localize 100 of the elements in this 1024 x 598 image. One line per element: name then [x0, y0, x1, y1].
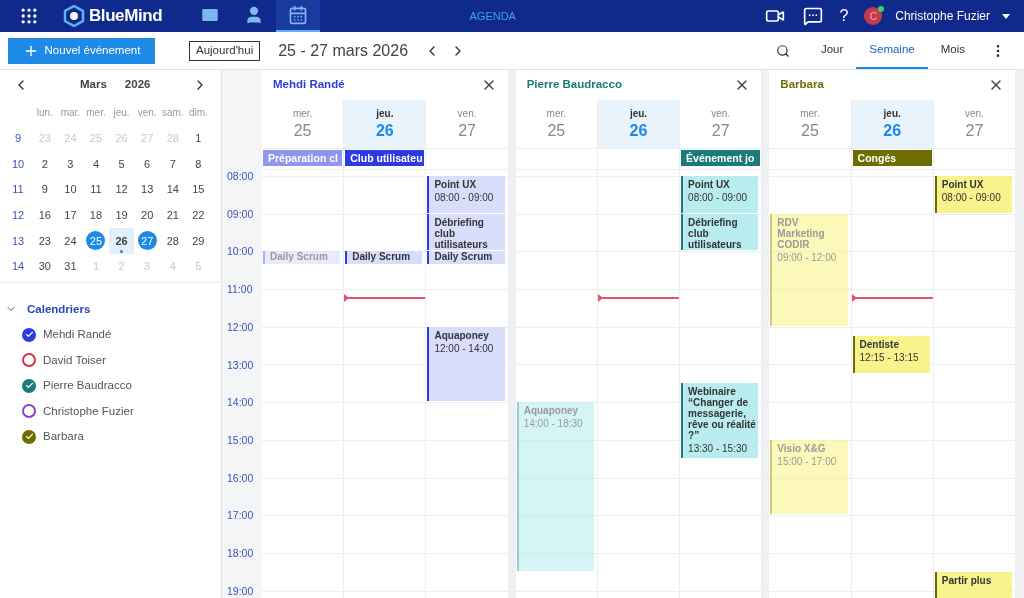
- weekday-label: ven.: [964, 107, 984, 121]
- calendar-event[interactable]: Daily Scrum: [427, 251, 505, 265]
- weekday-label: dim.: [187, 106, 209, 121]
- calendars-heading[interactable]: Calendriers: [27, 300, 91, 318]
- calendar-day[interactable]: 6: [137, 154, 157, 174]
- calendar-event[interactable]: Point UX 08:00 - 09:00: [681, 176, 759, 213]
- calendar-name: Barbara: [43, 429, 84, 445]
- today-button[interactable]: Aujourd'hui: [189, 40, 261, 61]
- event-title: Aquaponey: [434, 329, 490, 341]
- calendar-day[interactable]: 15: [188, 180, 208, 200]
- weekday-label: mer.: [546, 107, 566, 121]
- event-title: Débriefing club utilisateurs: [434, 216, 489, 250]
- user-name[interactable]: Christophe Fuzier: [895, 7, 990, 25]
- calendar-day[interactable]: 3: [60, 154, 80, 174]
- week-number: 13: [10, 233, 26, 249]
- calendar-day[interactable]: 19: [112, 205, 132, 225]
- calendar-day[interactable]: 22: [188, 205, 208, 225]
- calendar-checkbox[interactable]: [22, 429, 36, 444]
- calendar-day[interactable]: 12: [112, 180, 132, 200]
- calendar-name: Christophe Fuzier: [43, 403, 134, 419]
- calendar-day[interactable]: 31: [60, 256, 80, 276]
- week-number: 10: [10, 156, 26, 172]
- event-time: 08:00 - 09:00: [688, 192, 749, 204]
- calendar-day[interactable]: 4: [86, 154, 106, 174]
- day-number: 25: [801, 121, 819, 141]
- week-number: 11: [11, 182, 25, 198]
- calendar-event[interactable]: Point UX 08:00 - 09:00: [427, 176, 505, 213]
- calendar-checkbox[interactable]: [22, 378, 36, 393]
- check-icon: [24, 432, 34, 442]
- calendar-day[interactable]: 7: [163, 154, 183, 174]
- calendar-day[interactable]: 27: [137, 231, 157, 251]
- calendar-day[interactable]: 29: [188, 231, 208, 251]
- weekday-label: ven.: [457, 107, 477, 121]
- weekday-label: lun.: [35, 106, 54, 121]
- calendar-day[interactable]: 16: [35, 205, 55, 225]
- calendar-day[interactable]: 5: [112, 154, 132, 174]
- hour-label: 13:00: [227, 358, 254, 371]
- calendar-day[interactable]: 17: [60, 205, 80, 225]
- calendar-event[interactable]: Aquaponey 12:00 - 14:00: [427, 326, 505, 402]
- calendar-day[interactable]: 13: [137, 180, 157, 200]
- logo-icon: [63, 5, 85, 27]
- week-number: 12: [10, 207, 26, 223]
- month-label: Mars: [80, 77, 107, 93]
- caret-icon[interactable]: [1002, 13, 1010, 19]
- calendar-event[interactable]: Webinaire “Changer de messagerie, rêve ou réalité ?” 13:30 - 15:30: [681, 383, 759, 458]
- all-day-event[interactable]: Congés: [852, 150, 932, 166]
- calendar-event[interactable]: Daily Scrum: [345, 251, 423, 265]
- calendar-event[interactable]: Dentiste 12:15 - 13:15: [852, 336, 930, 373]
- calendar-checkbox[interactable]: [22, 327, 36, 342]
- calendar-event[interactable]: Débriefing club utilisateurs: [427, 213, 505, 251]
- event-title: Webinaire “Changer de messagerie, rêve ou réalité ?”: [688, 386, 757, 442]
- calendar-day[interactable]: 2: [35, 154, 55, 174]
- search-icon[interactable]: [775, 43, 790, 58]
- event-title: RDV Marketing CODIR: [777, 216, 826, 250]
- calendar-day[interactable]: 11: [86, 180, 106, 200]
- day-number: 25: [293, 121, 312, 141]
- calendar-event[interactable]: Partir plus: [934, 571, 1012, 598]
- new-event-button[interactable]: Nouvel événement: [8, 37, 155, 64]
- day-number: 26: [629, 121, 648, 141]
- calendar-event[interactable]: Point UX 08:00 - 09:00: [934, 176, 1012, 213]
- year-label: 2026: [124, 77, 151, 93]
- all-day-event[interactable]: Club utilisateu: [345, 150, 425, 166]
- app-grid-icon[interactable]: [19, 6, 39, 26]
- hour-label: 11:00: [227, 283, 253, 296]
- app-tab[interactable]: [276, 0, 321, 32]
- weekday-label: jeu.: [629, 107, 648, 121]
- calendar-day[interactable]: 20: [137, 205, 157, 225]
- calendar-day[interactable]: 30: [35, 256, 55, 276]
- day-number: 27: [965, 121, 984, 141]
- logo-text: BlueMind: [89, 5, 163, 28]
- hour-label: 19:00: [227, 584, 254, 597]
- weekday-label: mer.: [800, 107, 820, 121]
- event-title: Point UX: [434, 179, 478, 190]
- weekday-label: sam.: [160, 106, 185, 121]
- event-title: Daily Scrum: [352, 251, 412, 263]
- chat-icon[interactable]: [803, 6, 824, 26]
- calendar-day[interactable]: 1: [188, 128, 208, 148]
- view-tab[interactable]: Jour: [807, 32, 857, 69]
- calendar-day[interactable]: 21: [163, 205, 183, 225]
- all-day-event[interactable]: Événement jo: [681, 150, 761, 166]
- day-number: 26: [375, 121, 394, 141]
- calendar-icon: [288, 5, 309, 25]
- calendar-day[interactable]: 18: [86, 205, 106, 225]
- section-title: AGENDA: [469, 8, 516, 24]
- view-tab[interactable]: Mois: [927, 32, 978, 69]
- calendar-day[interactable]: 10: [60, 180, 80, 200]
- calendar-day[interactable]: 9: [35, 180, 55, 200]
- calendar-event[interactable]: Débriefing club utilisateurs: [681, 213, 759, 251]
- calendar-checkbox[interactable]: [22, 353, 36, 368]
- hour-label: 16:00: [227, 471, 254, 484]
- calendar-day[interactable]: 25: [86, 231, 106, 251]
- weekday-label: mar.: [59, 106, 82, 121]
- calendar-day[interactable]: 23: [35, 231, 55, 251]
- calendar-checkbox[interactable]: [22, 404, 36, 419]
- calendar-day[interactable]: 14: [163, 180, 183, 200]
- calendar-day[interactable]: 8: [188, 154, 208, 174]
- help-link[interactable]: ?: [839, 4, 849, 28]
- calendar-day[interactable]: 28: [163, 231, 183, 251]
- day-number: 27: [458, 121, 476, 141]
- calendar-day[interactable]: 24: [60, 231, 80, 251]
